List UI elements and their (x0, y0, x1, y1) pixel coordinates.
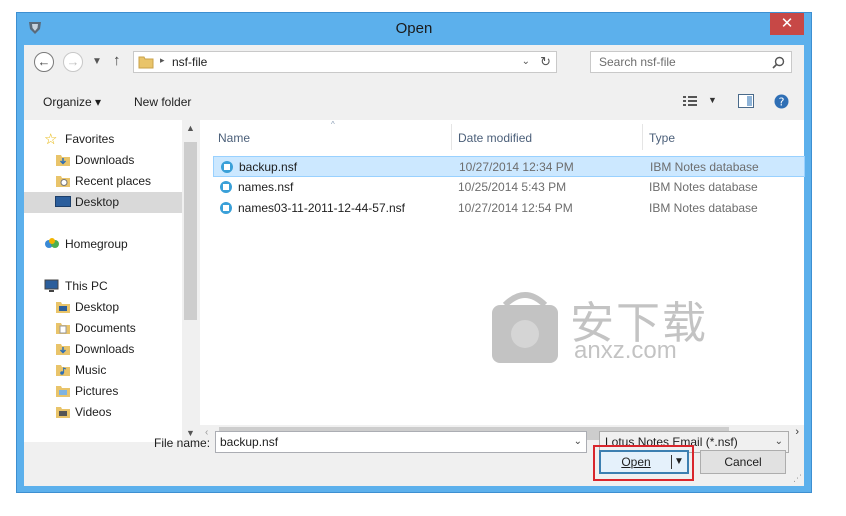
column-header-type[interactable]: Type (649, 131, 675, 145)
search-box[interactable]: Search nsf-file (590, 51, 792, 73)
resize-grip-icon[interactable]: ⋰ (793, 473, 802, 484)
notes-database-icon (221, 161, 233, 173)
nav-videos[interactable]: Videos (24, 402, 182, 423)
address-bar[interactable]: ▸ nsf-file ⌄ ↻ (133, 51, 557, 73)
folder-icon (56, 407, 70, 418)
window-title: Open (395, 20, 433, 37)
open-options-dropdown-icon[interactable]: ▼ (674, 452, 684, 472)
navigation-pane[interactable]: ☆ Favorites Downloads Recent places Desk… (24, 120, 182, 442)
nav-favorites[interactable]: ☆ Favorites (24, 129, 182, 150)
navigation-scrollbar[interactable]: ▲ ▼ (182, 120, 199, 442)
file-name-label: File name: (154, 436, 211, 450)
pc-icon (44, 279, 59, 292)
file-row[interactable]: names.nsf 10/25/2014 5:43 PM IBM Notes d… (213, 177, 805, 198)
forward-arrow-icon: → (66, 54, 80, 69)
refresh-icon[interactable]: ↻ (540, 54, 551, 70)
scrollbar-thumb[interactable] (184, 142, 197, 320)
folder-icon (56, 365, 70, 376)
star-icon: ☆ (44, 131, 58, 148)
file-row[interactable]: names03-11-2011-12-44-57.nsf 10/27/2014 … (213, 198, 805, 219)
watermark-bag-icon (492, 292, 558, 363)
scroll-up-icon[interactable]: ▲ (186, 123, 195, 133)
file-name-field[interactable]: backup.nsf ⌄ (215, 431, 587, 453)
column-divider[interactable] (642, 124, 643, 150)
svg-text:?: ? (779, 96, 785, 109)
organize-menu[interactable]: Organize ▾ (43, 95, 101, 109)
scroll-right-icon[interactable]: › (795, 426, 799, 438)
nav-documents[interactable]: Documents (24, 318, 182, 339)
homegroup-icon (45, 238, 59, 248)
nav-recent-places[interactable]: Recent places (24, 171, 182, 192)
sort-ascending-icon: ^ (331, 120, 335, 129)
open-button[interactable]: Open ▼ (599, 450, 689, 474)
forward-button[interactable]: → (63, 52, 83, 72)
nav-pictures[interactable]: Pictures (24, 381, 182, 402)
column-header-name[interactable]: Name (218, 131, 250, 145)
folder-icon (56, 386, 70, 397)
view-details-icon[interactable] (683, 95, 697, 107)
notes-database-icon (220, 181, 232, 193)
chevron-down-icon: ⌄ (774, 436, 783, 447)
recent-locations-dropdown-icon[interactable]: ▼ (92, 56, 102, 67)
open-dialog: Open ✕ ← → ▼ ↑ ▸ nsf-file ⌄ ↻ Search nsf… (16, 12, 812, 493)
notes-database-icon (220, 202, 232, 214)
column-header-date[interactable]: Date modified (458, 131, 532, 145)
file-row[interactable]: backup.nsf 10/27/2014 12:34 PM IBM Notes… (213, 156, 805, 177)
file-list[interactable]: ^ Name Date modified Type backup.nsf 10/… (200, 120, 805, 425)
cancel-button[interactable]: Cancel (700, 450, 786, 474)
preview-pane-icon[interactable] (738, 94, 754, 108)
search-placeholder: Search nsf-file (599, 55, 676, 69)
nav-downloads[interactable]: Downloads (24, 339, 182, 360)
nav-homegroup[interactable]: Homegroup (24, 234, 182, 255)
help-icon[interactable]: ? (774, 94, 789, 109)
nav-desktop[interactable]: Desktop (24, 192, 182, 213)
back-button[interactable]: ← (34, 52, 54, 72)
nav-favorites-downloads[interactable]: Downloads (24, 150, 182, 171)
downloads-folder-icon (56, 155, 70, 166)
dialog-body: ← → ▼ ↑ ▸ nsf-file ⌄ ↻ Search nsf-file O… (24, 45, 805, 486)
new-folder-button[interactable]: New folder (134, 95, 191, 109)
column-divider[interactable] (451, 124, 452, 150)
view-dropdown-icon[interactable]: ▼ (708, 95, 717, 105)
back-arrow-icon: ← (37, 54, 51, 69)
nav-pc-desktop[interactable]: Desktop (24, 297, 182, 318)
desktop-icon (55, 196, 71, 207)
folder-icon (56, 323, 70, 334)
folder-icon (56, 302, 70, 313)
close-button[interactable]: ✕ (770, 13, 804, 35)
up-arrow-icon[interactable]: ↑ (113, 52, 121, 69)
split-divider (671, 455, 672, 469)
nav-music[interactable]: Music (24, 360, 182, 381)
search-icon (772, 56, 785, 69)
folder-icon (138, 56, 154, 69)
nav-this-pc[interactable]: This PC (24, 276, 182, 297)
breadcrumb-folder[interactable]: nsf-file (172, 55, 207, 69)
file-name-dropdown-icon[interactable]: ⌄ (574, 436, 582, 447)
title-bar[interactable]: Open ✕ (17, 13, 811, 45)
watermark-logo: 安下载 anxz.com (492, 292, 740, 415)
address-dropdown-icon[interactable]: ⌄ (522, 56, 530, 67)
recent-places-icon (56, 176, 70, 187)
breadcrumb-chevron-icon: ▸ (160, 55, 165, 65)
folder-icon (56, 344, 70, 355)
